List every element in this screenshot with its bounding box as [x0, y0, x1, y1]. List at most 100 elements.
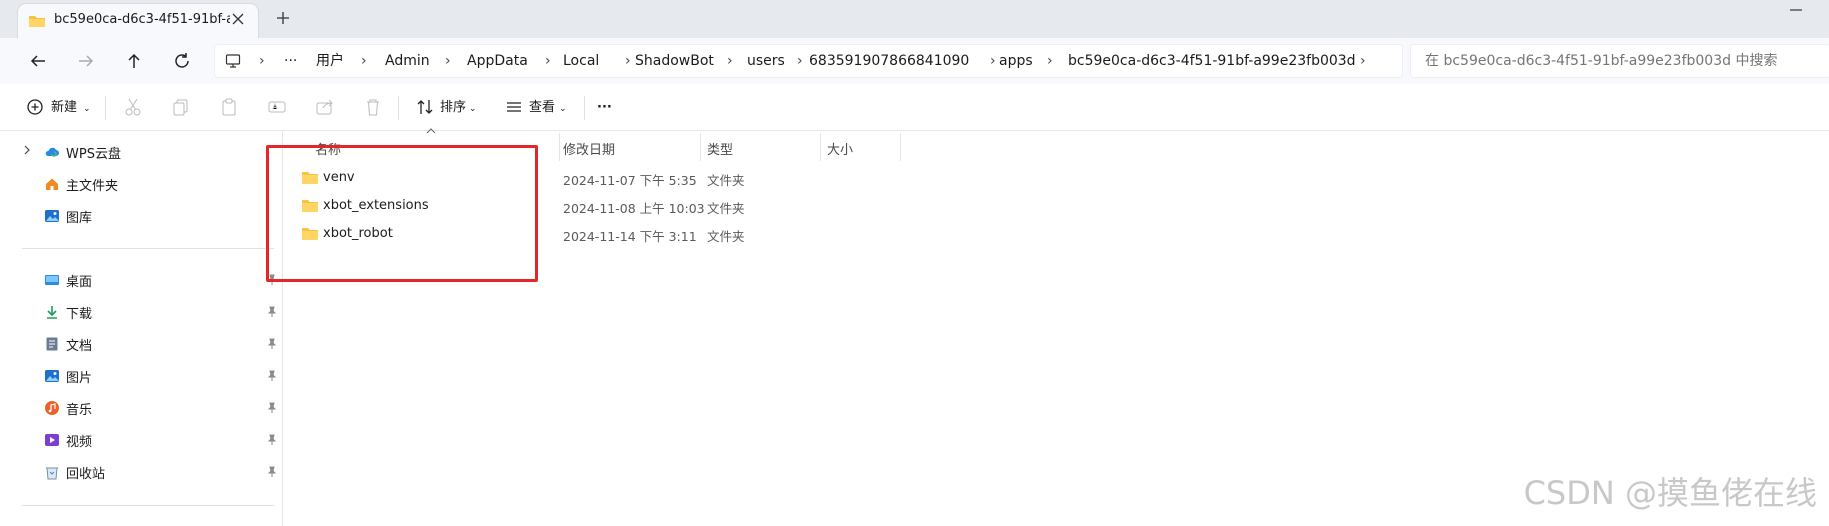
column-divider [700, 133, 701, 161]
chevron-right-icon: › [445, 53, 451, 69]
file-type: 文件夹 [707, 229, 745, 244]
sidebar-item-label: 图库 [66, 211, 93, 226]
chevron-right-icon: › [727, 53, 733, 69]
cloud-icon [44, 144, 60, 160]
chevron-down-icon[interactable]: ⌄ [559, 98, 567, 120]
pin-icon[interactable] [266, 466, 278, 478]
forward-button[interactable] [74, 49, 98, 73]
share-icon[interactable] [314, 96, 336, 118]
chevron-down-icon[interactable]: ⌄ [469, 98, 477, 120]
sort-button[interactable]: 排序 [440, 97, 466, 119]
sidebar-item-label: 下载 [66, 307, 93, 322]
recycle-bin-icon [44, 464, 60, 480]
chevron-right-icon: › [1047, 53, 1053, 69]
column-header-size[interactable]: 大小 [827, 139, 853, 158]
copy-icon[interactable] [170, 96, 192, 118]
column-header-modified[interactable]: 修改日期 [563, 139, 615, 158]
column-header-type[interactable]: 类型 [707, 139, 733, 158]
minimize-icon[interactable] [1788, 2, 1804, 18]
close-tab-icon[interactable] [232, 13, 244, 25]
column-divider [900, 133, 901, 161]
file-modified: 2024-11-07 下午 5:35 [563, 173, 697, 188]
sidebar-item-label: 图片 [66, 371, 93, 386]
address-bar[interactable]: › ··· 用户 › Admin › AppData › Local › Sha… [214, 44, 1403, 78]
breadcrumb-item-shadowbot[interactable]: ShadowBot [635, 45, 714, 77]
pictures-icon [44, 368, 60, 384]
sidebar-item-pictures[interactable]: 图片 [40, 362, 280, 390]
sidebar-item-recycle-bin[interactable]: 回收站 [40, 458, 280, 486]
pin-icon[interactable] [266, 306, 278, 318]
paste-icon[interactable] [218, 96, 240, 118]
breadcrumb-more[interactable]: ··· [284, 45, 297, 77]
tab-title: bc59e0ca-d6c3-4f51-91bf-a99e [54, 12, 230, 27]
refresh-button[interactable] [170, 49, 194, 73]
cut-icon[interactable] [122, 96, 144, 118]
file-type: 文件夹 [707, 201, 745, 216]
divider [584, 96, 585, 120]
new-tab-button[interactable] [273, 8, 293, 28]
divider [22, 505, 274, 506]
sidebar-item-wps-cloud[interactable]: WPS云盘 [40, 138, 280, 166]
back-button[interactable] [26, 49, 50, 73]
file-modified: 2024-11-08 上午 10:03 [563, 201, 705, 216]
sidebar-item-music[interactable]: 音乐 [40, 394, 280, 422]
breadcrumb-item-users-zh[interactable]: 用户 [316, 45, 344, 77]
view-icon[interactable] [503, 96, 525, 118]
view-button[interactable]: 查看 [529, 97, 555, 119]
chevron-down-icon[interactable]: ⌄ [83, 98, 91, 120]
sidebar-item-label: 桌面 [66, 275, 93, 290]
pin-icon[interactable] [266, 370, 278, 382]
chevron-right-icon: › [797, 53, 803, 69]
file-type: 文件夹 [707, 173, 745, 188]
sidebar-item-label: 视频 [66, 435, 93, 450]
computer-icon [225, 53, 241, 69]
plus-circle-icon[interactable] [25, 97, 47, 119]
sidebar-item-videos[interactable]: 视频 [40, 426, 280, 454]
breadcrumb-item-appdata[interactable]: AppData [467, 45, 528, 77]
highlight-box [266, 145, 538, 282]
new-button[interactable]: 新建 [51, 97, 77, 119]
up-button[interactable] [122, 49, 146, 73]
video-icon [44, 432, 60, 448]
file-modified: 2024-11-14 下午 3:11 [563, 229, 697, 244]
sidebar-item-label: WPS云盘 [66, 147, 121, 162]
document-icon [44, 336, 60, 352]
breadcrumb-item-apps[interactable]: apps [999, 45, 1033, 77]
pin-icon[interactable] [266, 434, 278, 446]
breadcrumb-item-users[interactable]: users [747, 45, 785, 77]
watermark: CSDN @摸鱼佬在线 [1523, 474, 1817, 512]
sidebar-item-label: 回收站 [66, 467, 106, 482]
column-divider [820, 133, 821, 161]
sidebar-item-gallery[interactable]: 图库 [40, 202, 280, 230]
sidebar-item-label: 主文件夹 [66, 179, 119, 194]
search-input[interactable] [1423, 45, 1827, 77]
tab-current-folder[interactable]: bc59e0ca-d6c3-4f51-91bf-a99e [18, 4, 258, 38]
breadcrumb-item-admin[interactable]: Admin [385, 45, 430, 77]
divider [398, 96, 399, 120]
rename-icon[interactable] [266, 96, 288, 118]
breadcrumb-item-user-id[interactable]: 683591907866841090 [809, 45, 969, 77]
sidebar-item-downloads[interactable]: 下载 [40, 298, 280, 326]
chevron-right-icon[interactable] [22, 145, 32, 155]
pin-icon[interactable] [266, 402, 278, 414]
more-options-button[interactable]: ··· [597, 97, 612, 119]
sidebar-item-home[interactable]: 主文件夹 [40, 170, 280, 198]
sidebar-item-label: 音乐 [66, 403, 93, 418]
chevron-right-icon: › [625, 53, 631, 69]
divider [105, 96, 106, 120]
delete-icon[interactable] [362, 96, 384, 118]
desktop-icon [44, 272, 60, 288]
music-icon [44, 400, 60, 416]
breadcrumb-item-local[interactable]: Local [563, 45, 599, 77]
pin-icon[interactable] [266, 338, 278, 350]
search-box[interactable] [1410, 44, 1829, 78]
column-divider [559, 133, 560, 161]
chevron-right-icon: › [259, 53, 265, 69]
download-icon [44, 304, 60, 320]
sidebar-item-desktop[interactable]: 桌面 [40, 266, 280, 294]
breadcrumb-item-app-id[interactable]: bc59e0ca-d6c3-4f51-91bf-a99e23fb003d [1068, 45, 1356, 77]
divider [22, 248, 274, 249]
sidebar-item-documents[interactable]: 文档 [40, 330, 280, 358]
chevron-right-icon: › [990, 53, 996, 69]
sort-icon[interactable] [414, 96, 436, 118]
